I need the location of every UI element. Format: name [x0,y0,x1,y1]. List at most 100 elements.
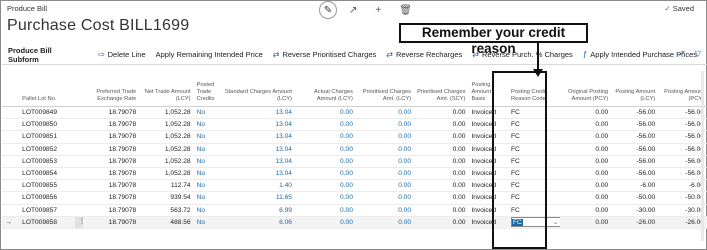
credit-reason-dropdown[interactable]: FC ⌄ [510,217,560,228]
cell-posting-credit-reason-code: FC [510,206,520,214]
cell-pallet-lot-no[interactable]: LOT009858 [19,219,75,226]
reverse-icon: ⇄ [386,50,393,59]
column-header-posting-credit-reason-code[interactable]: Posting Credit Reason Code [508,89,560,106]
table-row[interactable]: LOT009852 18.79078 1,052.28 No 13.04 0.00 0.00… [2,144,707,156]
cell-pallet-lot-no[interactable]: LOT009850 [19,121,83,128]
apply-remaining-price-button[interactable]: Apply Remaining Intended Price [156,50,263,59]
table-row[interactable]: → LOT009858 ⋮ 18.79078 488.56 No 6.06 0.00 0.00 0… [2,216,707,229]
cell-pallet-lot-no[interactable]: LOT009853 [19,158,83,165]
cell-pallet-lot-no[interactable]: LOT009851 [19,133,83,140]
lines-grid: Pallet Lot No. Preferred Trade Exchange R… [2,67,707,229]
saved-label: Saved [672,4,694,13]
cell-prioritised-charges-scy: 0.00 [452,109,466,117]
cell-standard-charges: 13.04 [275,121,292,129]
cell-posted-trade-credits: No [196,109,206,117]
cell-posted-trade-credits: No [196,182,206,190]
column-header-prioritised-charges-scy[interactable]: Prioritised Charges Amt. (SCY) [414,89,468,106]
cell-posting-amount-lcy: -30.00 [636,206,656,214]
column-header-posting-amount-basis[interactable]: Posting Amount Basis [468,82,508,106]
cell-posting-amount-lcy: -26.00 [636,218,656,226]
chevron-down-icon[interactable]: ⌄ [553,219,558,226]
cell-net-trade-amount: 563.72 [170,206,191,214]
table-row[interactable]: LOT009851 18.79078 1,052.28 No 13.04 0.00 0.00… [2,131,707,144]
lot-no-text: LOT009856 [22,194,57,202]
cell-prioritised-charges-lcy: 0.00 [398,109,412,117]
cell-posting-amount-lcy: -50.00 [636,194,656,202]
add-icon[interactable]: + [375,5,381,16]
reverse-recharges-button[interactable]: ⇄ Reverse Recharges [386,50,462,59]
table-row[interactable]: LOT009850 18.79078 1,052.28 No 13.04 0.00 0.00… [2,119,707,132]
cell-pallet-lot-no[interactable]: LOT009849 [19,109,83,116]
lot-no-text: LOT009850 [22,121,57,129]
edit-icon[interactable]: ✎ [319,1,337,19]
cell-trade-exchange-rate: 18.79078 [108,121,137,129]
subform-toolbar: Produce Bill Subform ⇨ Delete Line Apply … [2,45,707,65]
column-header-posting-amount-pcy[interactable]: Posting Amount (PCY) [658,89,707,106]
table-row[interactable]: LOT009854 18.79078 1,052.28 No 13.04 0.00 0.00… [2,168,707,181]
cell-pallet-lot-no[interactable]: LOT009857 [19,207,83,214]
cell-posting-credit-reason-code[interactable]: FC ⌄ [508,217,560,228]
cell-posted-trade-credits: No [196,194,206,202]
column-header-pallet-lot-no[interactable]: Pallet Lot No. [19,96,83,106]
column-header-actual-charges[interactable]: Actual Charges Amount (LCY) [295,89,356,106]
cell-prioritised-charges-lcy: 0.00 [398,157,412,165]
table-row[interactable]: LOT009857 18.79078 563.72 No 6.99 0.00 0.00 0.0… [2,205,707,217]
cell-net-trade-amount: 1,052.28 [164,170,191,178]
more-options-icon[interactable]: ··· [660,49,668,58]
cell-pallet-lot-no[interactable]: LOT009855 [19,182,83,189]
cell-net-trade-amount: 1,052.28 [164,157,191,165]
delete-line-button[interactable]: ⇨ Delete Line [98,50,146,59]
credit-reason-value[interactable]: FC [511,218,523,226]
cell-posting-amount-pcy: -50.00 [685,194,704,202]
reverse-icon: ⇄ [272,50,280,59]
cell-net-trade-amount: 1,052.28 [164,145,191,153]
cell-standard-charges: 13.04 [275,133,292,141]
share-icon[interactable]: ↗ [349,5,357,16]
cell-trade-exchange-rate: 18.79078 [108,170,137,178]
cell-actual-charges: 0.00 [340,194,353,202]
scrollbar[interactable] [701,71,704,241]
cell-posting-amount-lcy: -56.00 [636,157,656,165]
row-actions-icon[interactable]: ⋮ [75,216,83,228]
cell-pallet-lot-no[interactable]: LOT009852 [19,146,83,153]
page-title: Purchase Cost BILL1699 [7,17,190,34]
cell-actual-charges: 0.00 [340,182,353,190]
column-header-posted-trade-credits[interactable]: Posted Trade Credits [194,82,222,106]
column-header-standard-charges[interactable]: Standard Charges Amount (LCY) [222,89,295,106]
cell-prioritised-charges-scy: 0.00 [452,206,466,214]
cell-pallet-lot-no[interactable]: LOT009856 [19,194,83,201]
share-icon[interactable]: ↗ [678,49,685,58]
cell-trade-exchange-rate: 18.79078 [108,133,137,141]
column-header-prioritised-charges-lcy[interactable]: Prioritised Charges Amt. (LCY) [356,89,414,106]
reverse-prioritised-button[interactable]: ⇄ Reverse Prioritised Charges [273,50,377,59]
cell-actual-charges: 0.00 [340,121,353,129]
cell-pallet-lot-no[interactable]: LOT009854 [19,170,83,177]
lot-no-text: LOT009853 [22,157,57,165]
cell-posting-amount-pcy: -26.00 [685,218,705,226]
grid-body: LOT009849 18.79078 1,052.28 No 13.04 0.00 0.00… [2,107,707,229]
cell-posting-amount-pcy: -6.00 [688,182,704,190]
cell-posting-credit-reason-code: FC [510,182,520,190]
cell-posting-amount-pcy: -56.00 [685,109,704,117]
cell-posting-credit-reason-code: FC [510,170,520,178]
column-header-original-posting-amount[interactable]: Original Posting Amount (PCY) [560,89,612,106]
cell-prioritised-charges-lcy: 0.00 [398,145,412,153]
cell-standard-charges: 11.65 [275,194,292,202]
cell-posting-amount-basis: Invoiced [471,157,496,165]
table-row[interactable]: LOT009849 18.79078 1,052.28 No 13.04 0.00 0.00… [2,107,707,120]
cell-trade-exchange-rate: 18.79078 [108,182,137,190]
table-row[interactable]: LOT009856 18.79078 939.54 No 11.65 0.00 0.00 0.… [2,192,707,205]
table-row[interactable]: LOT009855 18.79078 112.74 No 1.40 0.00 0.00 0.0… [2,180,707,193]
column-header-net-trade-amount[interactable]: Net Trade Amount (LCY) [139,89,193,106]
lot-no-text: LOT009857 [22,206,57,214]
delete-icon[interactable]: 🗑 [399,5,412,16]
cell-trade-exchange-rate: 18.79078 [108,206,137,214]
top-actions: ✎ ↗ + 🗑 [319,1,430,19]
table-row[interactable]: LOT009853 18.79078 1,052.28 No 13.04 0.00 0.00… [2,156,707,168]
column-header-posting-amount-lcy[interactable]: Posting Amount (LCY) [611,89,658,106]
column-header-trade-exchange-rate[interactable]: Preferred Trade Exchange Rate [83,89,139,106]
cell-prioritised-charges-lcy: 0.00 [398,121,412,129]
breadcrumb[interactable]: Produce Bill [7,4,47,13]
filter-icon[interactable]: ▽ [695,49,701,58]
grid-header: Pallet Lot No. Preferred Trade Exchange R… [2,67,707,107]
